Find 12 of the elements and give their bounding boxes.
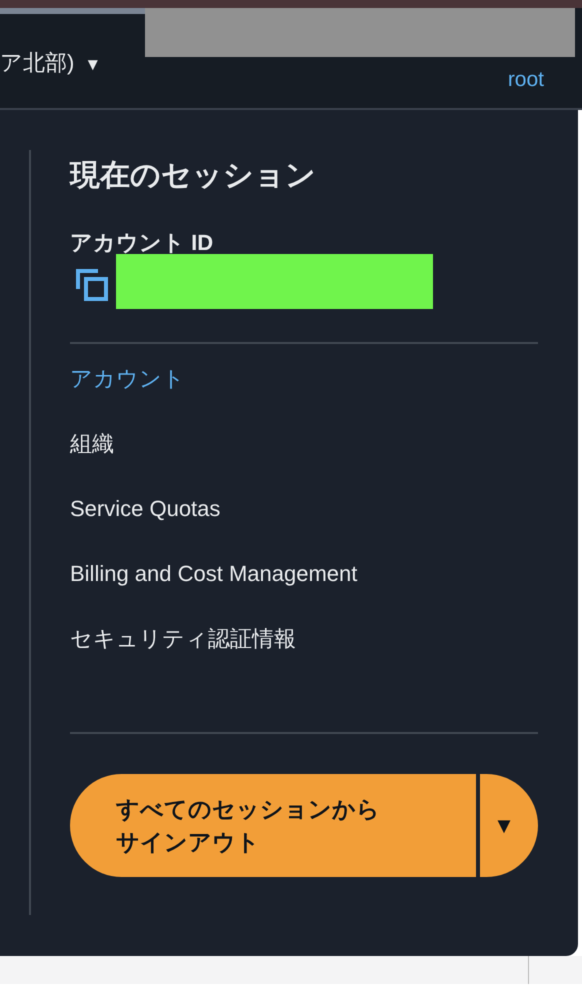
sign-out-button[interactable]: すべてのセッションからサインアウト	[70, 774, 476, 878]
copy-icon[interactable]	[76, 268, 110, 301]
account-id-label: アカウント ID	[70, 230, 214, 256]
caret-icon[interactable]: ▼	[84, 55, 102, 74]
menu-link[interactable]: セキュリティ認証情報	[70, 626, 296, 653]
menu-link[interactable]: Service Quotas	[70, 496, 220, 523]
menu-link[interactable]: アカウント	[70, 366, 185, 393]
user-link[interactable]: root	[508, 64, 544, 96]
menu-link[interactable]: Billing and Cost Management	[70, 561, 358, 588]
region-label[interactable]: ア北部)	[0, 50, 74, 75]
section-title: 現在のセッション	[70, 158, 317, 194]
menu-link[interactable]: 組織	[70, 431, 114, 458]
